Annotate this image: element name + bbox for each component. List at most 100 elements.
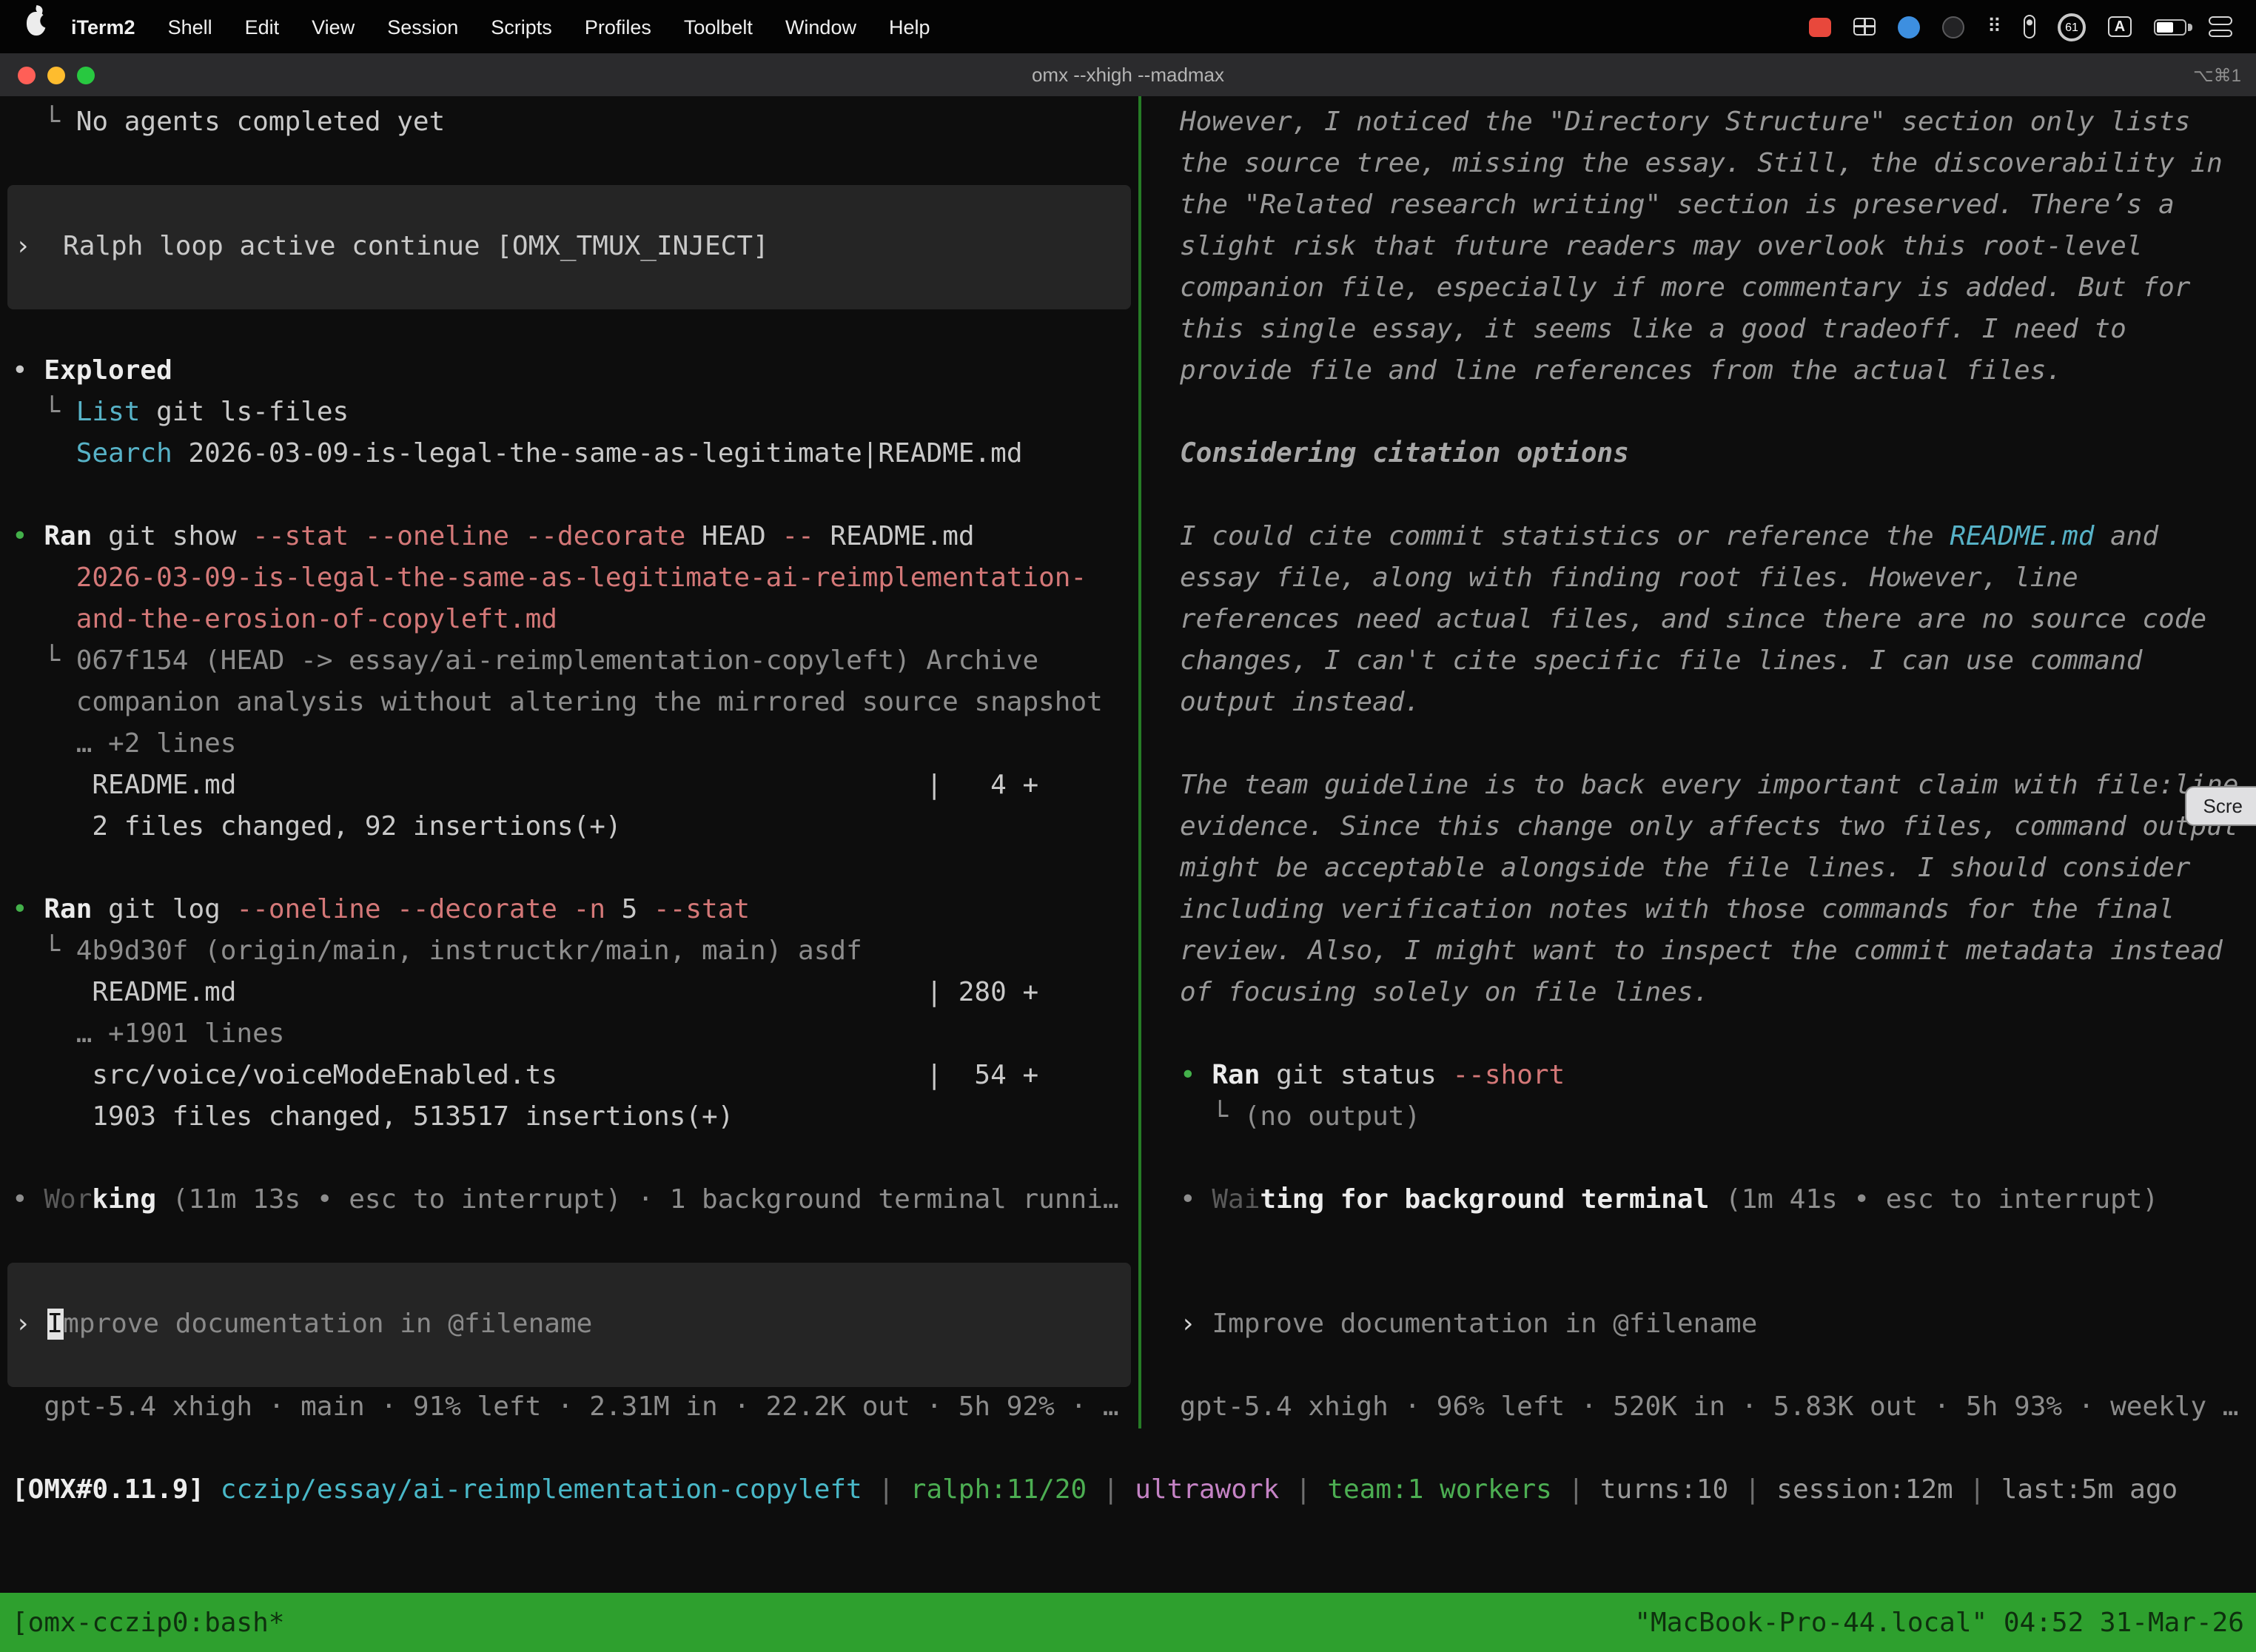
omx-team: team:1 workers	[1327, 1474, 1551, 1505]
menu-item-scripts[interactable]: Scripts	[474, 16, 568, 38]
tree-connector: └	[12, 397, 76, 428]
explored-title: Explored	[44, 355, 172, 386]
window-shortcut-badge: ⌥⌘1	[2193, 53, 2241, 96]
menu-item-toolbelt[interactable]: Toolbelt	[668, 16, 769, 38]
prompt-input-box[interactable]: › Improve documentation in @filename	[7, 1263, 1131, 1387]
waiting-status-line: • Waiting for background terminal (1m 41…	[1180, 1180, 2256, 1221]
tree-connector: └	[12, 645, 76, 676]
screen: iTerm2 Shell Edit View Session Scripts P…	[0, 0, 2256, 1652]
omx-session-time: session:12m	[1776, 1474, 1953, 1505]
menu-bar: iTerm2 Shell Edit View Session Scripts P…	[0, 0, 2256, 53]
commit-result-line-2: companion analysis without altering the …	[0, 682, 1138, 724]
battery-icon[interactable]	[2154, 19, 2186, 35]
blue-app-icon[interactable]	[1899, 16, 1921, 38]
diffstat-summary: 2 files changed, 92 insertions(+)	[0, 807, 1138, 848]
tmux-session-window: [omx-cczip0:bash*	[12, 1607, 284, 1638]
menu-item-window[interactable]: Window	[769, 16, 873, 38]
bullet: •	[12, 894, 44, 925]
git-show-wrap-line-1: 2026-03-09-is-legal-the-same-as-legitima…	[0, 558, 1138, 600]
tool-args: git ls-files	[140, 397, 349, 428]
window-grid-icon[interactable]	[1854, 18, 1876, 36]
right-terminal-pane[interactable]: However, I noticed the "Directory Struct…	[1141, 96, 2256, 1428]
close-button[interactable]	[18, 66, 36, 84]
diffstat-summary: 1903 files changed, 513517 insertions(+)	[0, 1097, 1138, 1138]
prompt-input-line[interactable]: › Improve documentation in @filename	[1180, 1304, 2256, 1346]
left-terminal-pane[interactable]: └ No agents completed yet › Ralph loop a…	[0, 96, 1138, 1428]
ran-verb: Ran	[44, 894, 92, 925]
tool-verb: List	[76, 397, 141, 428]
more-lines-ellipsis: … +2 lines	[0, 724, 1138, 765]
menu-item-profiles[interactable]: Profiles	[568, 16, 668, 38]
bullet: •	[1180, 1184, 1212, 1215]
battery-percent-badge[interactable]: 61	[2058, 13, 2086, 41]
tmux-host-clock: "MacBook-Pro-44.local" 04:52 31-Mar-26	[1634, 1607, 2244, 1638]
more-lines-ellipsis: … +1901 lines	[0, 1014, 1138, 1055]
tool-args: 2026-03-09-is-legal-the-same-as-legitima…	[172, 438, 1023, 469]
menu-item-shell[interactable]: Shell	[152, 16, 229, 38]
menu-bar-status-icons: ⠿ 61 A	[1810, 13, 2256, 41]
tmux-status-bar: [omx-cczip0:bash* "MacBook-Pro-44.local"…	[0, 1593, 2256, 1652]
dark-app-icon[interactable]	[1943, 16, 1965, 38]
reasoning-paragraph-3: The team guideline is to back every impo…	[1180, 765, 2256, 1014]
explored-list-line: └ List git ls-files	[0, 392, 1138, 434]
omx-status-bar: [OMX#0.11.9] cczip/essay/ai-reimplementa…	[0, 1470, 2256, 1511]
menu-bar-left: iTerm2 Shell Edit View Session Scripts P…	[0, 11, 947, 42]
launchpad-icon[interactable]: ⠿	[1987, 17, 2001, 36]
omx-mode: ultrawork	[1135, 1474, 1279, 1505]
menu-item-view[interactable]: View	[295, 16, 371, 38]
apple-menu[interactable]	[24, 11, 55, 42]
traffic-lights	[18, 53, 107, 96]
ralph-loop-banner-line: › Ralph loop active continue [OMX_TMUX_I…	[7, 226, 769, 268]
reasoning-paragraph-2: I could cite commit statistics or refere…	[1180, 517, 2256, 724]
minimize-button[interactable]	[47, 66, 65, 84]
prompt-placeholder: mprove documentation in @filename	[63, 1309, 592, 1340]
explored-search-line: Search 2026-03-09-is-legal-the-same-as-l…	[0, 434, 1138, 475]
omx-branch-path: cczip/essay/ai-reimplementation-copyleft	[221, 1474, 862, 1505]
commit-result-line-1: └ 067f154 (HEAD -> essay/ai-reimplementa…	[0, 641, 1138, 682]
diffstat-line: README.md | 280 +	[0, 973, 1138, 1014]
screen-recording-icon[interactable]	[1810, 17, 1832, 36]
tree-connector: └	[12, 107, 76, 138]
git-status-command-line: • Ran git status --short	[1180, 1055, 2256, 1097]
prompt-chevron: ›	[1180, 1309, 1212, 1340]
input-source-icon[interactable]: A	[2108, 16, 2132, 37]
log-result-line: └ 4b9d30f (origin/main, instructkr/main,…	[0, 931, 1138, 973]
omx-ralph-counter: ralph:11/20	[910, 1474, 1087, 1505]
control-center-icon[interactable]	[2209, 16, 2232, 37]
agents-note-line: └ No agents completed yet	[0, 102, 1138, 144]
omx-last-activity: last:5m ago	[2001, 1474, 2178, 1505]
prompt-input-line[interactable]: › Improve documentation in @filename	[7, 1304, 592, 1346]
model-status-line: gpt-5.4 xhigh · 96% left · 520K in · 5.8…	[1180, 1387, 2256, 1428]
pad	[12, 438, 76, 469]
git-show-command-line: • Ran git show --stat --oneline --decora…	[0, 517, 1138, 558]
explored-header: • Explored	[0, 351, 1138, 392]
menu-item-session[interactable]: Session	[371, 16, 474, 38]
tree-connector: └	[12, 936, 76, 967]
diffstat-line: README.md | 4 +	[0, 765, 1138, 807]
text-cursor: I	[47, 1309, 63, 1340]
bullet: •	[12, 521, 44, 552]
reasoning-paragraph-1: However, I noticed the "Directory Struct…	[1180, 102, 2256, 392]
bullet: •	[12, 1184, 44, 1215]
tool-verb: Search	[76, 438, 172, 469]
prompt-chevron: ›	[15, 1309, 47, 1340]
menu-item-help[interactable]: Help	[873, 16, 947, 38]
git-show-wrap-line-2: and-the-erosion-of-copyleft.md	[0, 600, 1138, 641]
git-log-command-line: • Ran git log --oneline --decorate -n 5 …	[0, 890, 1138, 931]
menu-item-edit[interactable]: Edit	[229, 16, 296, 38]
menu-item-iterm2[interactable]: iTerm2	[55, 16, 152, 38]
banner-text: Ralph loop active continue [OMX_TMUX_INJ…	[31, 231, 769, 262]
git-status-result-line: └ (no output)	[1180, 1097, 2256, 1138]
prompt-placeholder: Improve documentation in @filename	[1212, 1309, 1757, 1340]
ran-verb: Ran	[44, 521, 92, 552]
zoom-button[interactable]	[77, 66, 95, 84]
terminal-area: └ No agents completed yet › Ralph loop a…	[0, 96, 2256, 1428]
screen-overlay-button[interactable]: Scre	[2186, 786, 2256, 826]
reasoning-heading: Considering citation options	[1180, 434, 2256, 475]
window-title-bar[interactable]: omx --xhigh --madmax ⌥⌘1	[0, 53, 2256, 98]
apple-icon	[27, 11, 46, 35]
password-key-icon[interactable]	[2024, 15, 2035, 38]
ran-verb: Ran	[1212, 1060, 1260, 1091]
agents-note-text: No agents completed yet	[76, 107, 446, 138]
diffstat-line: src/voice/voiceModeEnabled.ts | 54 +	[0, 1055, 1138, 1097]
